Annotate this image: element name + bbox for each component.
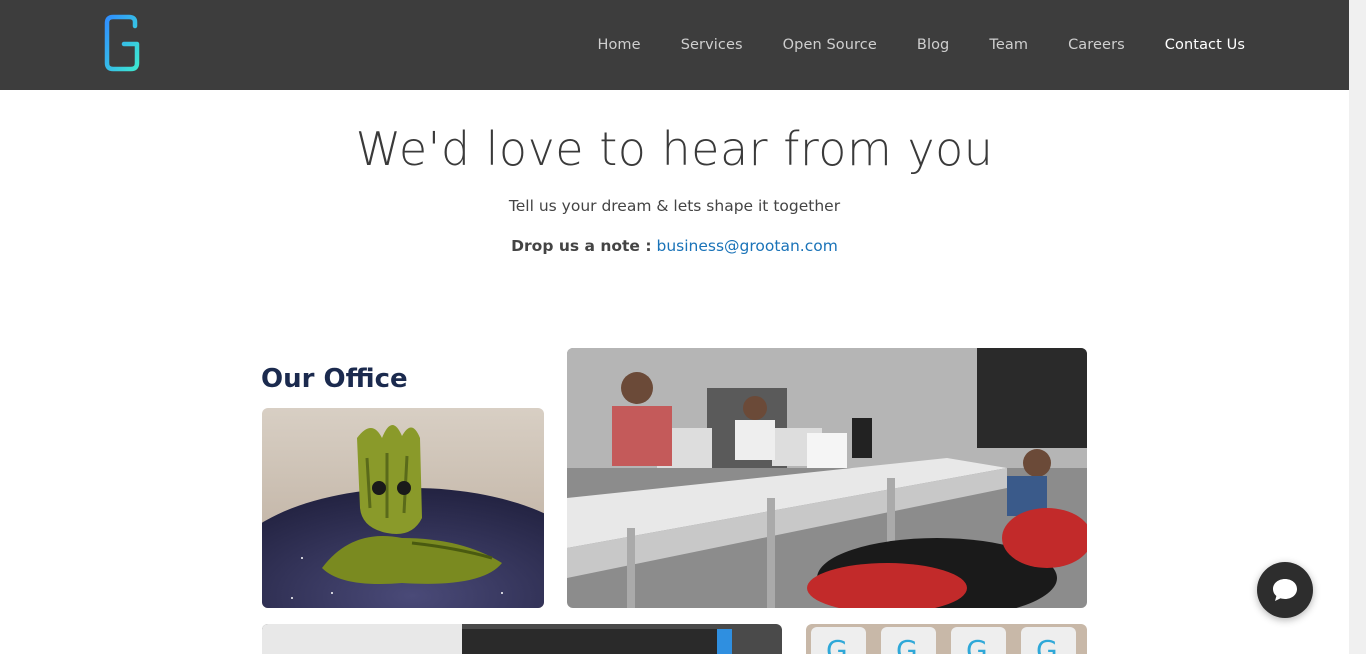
office-photo-desk bbox=[262, 624, 782, 654]
nav-services[interactable]: Services bbox=[681, 37, 743, 53]
page-scrollbar[interactable] bbox=[1349, 0, 1366, 654]
nav-home[interactable]: Home bbox=[597, 37, 640, 53]
nav-blog[interactable]: Blog bbox=[917, 37, 949, 53]
office-photo-groot bbox=[262, 408, 544, 608]
grootan-logo-icon[interactable] bbox=[104, 14, 140, 72]
nav-contact-us[interactable]: Contact Us bbox=[1165, 37, 1245, 53]
nav-careers[interactable]: Careers bbox=[1068, 37, 1125, 53]
svg-text:G: G bbox=[966, 634, 988, 654]
email-link[interactable]: business@grootan.com bbox=[656, 237, 837, 255]
page-title: We'd love to hear from you bbox=[355, 122, 994, 176]
svg-text:G: G bbox=[1036, 634, 1058, 654]
chat-bubble-icon bbox=[1273, 579, 1297, 601]
top-navbar: Home Services Open Source Blog Team Care… bbox=[0, 0, 1349, 90]
nav-open-source[interactable]: Open Source bbox=[783, 37, 877, 53]
hero-subtitle: Tell us your dream & lets shape it toget… bbox=[508, 197, 841, 215]
office-photo-logos: G G G G bbox=[806, 624, 1087, 654]
note-label: Drop us a note : bbox=[511, 237, 652, 255]
nav-team[interactable]: Team bbox=[989, 37, 1028, 53]
office-section-title: Our Office bbox=[261, 364, 408, 394]
main-nav: Home Services Open Source Blog Team Care… bbox=[597, 0, 1245, 90]
svg-text:G: G bbox=[896, 634, 918, 654]
office-photo-team bbox=[567, 348, 1087, 608]
svg-text:G: G bbox=[826, 634, 848, 654]
contact-note: Drop us a note : business@grootan.com bbox=[0, 237, 1349, 255]
chat-button[interactable] bbox=[1257, 562, 1313, 618]
